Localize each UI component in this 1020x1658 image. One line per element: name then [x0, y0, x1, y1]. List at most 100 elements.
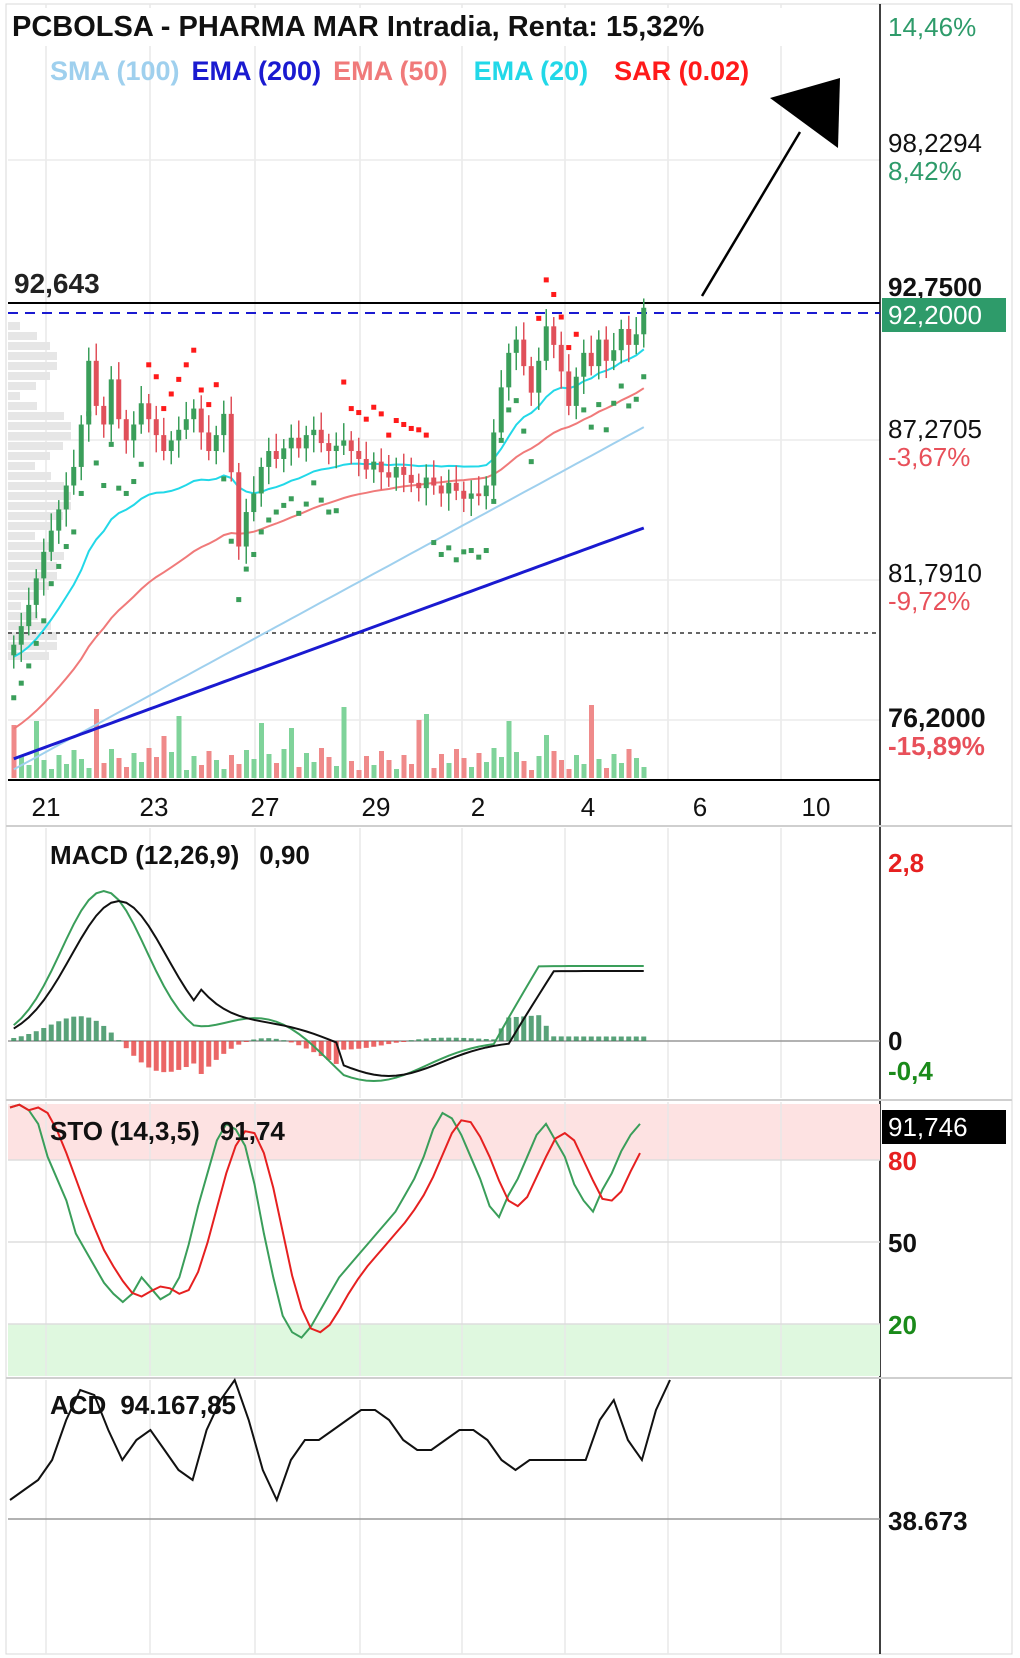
sar-dot-18 [146, 362, 152, 368]
candle-body-6 [56, 509, 62, 531]
candle-body-15 [123, 419, 129, 441]
sto-name: STO (14,3,5) [50, 1116, 200, 1146]
macd-hist-bar-50 [386, 1041, 392, 1045]
x-tick-4: 4 [581, 792, 595, 822]
macd-hist-bar-37 [288, 1041, 294, 1043]
candle-body-10 [86, 360, 92, 425]
volume-bar-18 [146, 748, 152, 778]
candle-body-49 [378, 461, 384, 473]
volume-bar-84 [641, 767, 647, 778]
sar-dot-1 [18, 680, 24, 686]
sar-dot-38 [296, 510, 302, 516]
current-price-label: 92,2000 [888, 300, 982, 330]
sar-dot-49 [378, 411, 384, 417]
macd-hist-bar-79 [603, 1036, 609, 1041]
volume-bar-41 [319, 748, 324, 778]
volume-profile-bar-19 [8, 512, 63, 520]
candle-body-81 [618, 328, 624, 351]
volume-profile-bar-11 [8, 432, 71, 440]
volume-bar-60 [461, 758, 467, 778]
candle-body-1 [18, 626, 24, 645]
sar-dot-6 [56, 563, 62, 569]
volume-bar-27 [214, 760, 219, 778]
volume-bar-2 [26, 765, 32, 778]
macd-hist-bar-22 [176, 1041, 182, 1070]
macd-hist-bar-12 [101, 1025, 107, 1041]
macd-hist-bar-34 [266, 1038, 272, 1041]
sto-current-label: 91,746 [888, 1112, 968, 1142]
sar-dot-27 [213, 382, 219, 388]
macd-hist-bar-36 [281, 1040, 287, 1042]
macd-hist-bar-32 [251, 1039, 257, 1041]
candle-body-74 [566, 371, 572, 406]
sar-dot-30 [236, 597, 242, 603]
candle-body-68 [521, 339, 527, 367]
sar-dot-73 [558, 314, 564, 320]
price-level-4: 76,2000 [888, 703, 986, 733]
volume-profile-bar-16 [8, 482, 64, 490]
macd-hist-bar-26 [206, 1041, 212, 1067]
candle-body-73 [558, 344, 564, 372]
candle-body-14 [116, 379, 122, 420]
candle-body-84 [641, 307, 647, 335]
sar-dot-48 [371, 404, 377, 410]
candle-body-0 [11, 644, 17, 656]
volume-bar-50 [386, 760, 392, 778]
volume-profile-bar-29 [8, 612, 38, 620]
x-tick-2: 2 [471, 792, 485, 822]
volume-bar-54 [416, 720, 422, 778]
sar-dot-47 [363, 416, 369, 422]
price-level-2-pct: -3,67% [888, 442, 970, 472]
macd-hist-bar-69 [528, 1015, 534, 1041]
sar-dot-52 [401, 421, 407, 427]
macd-axis-zero: 0 [888, 1026, 902, 1056]
macd-hist-bar-55 [423, 1038, 429, 1041]
candle-body-42 [326, 443, 332, 452]
volume-bar-64 [491, 748, 497, 778]
candle-body-50 [386, 472, 392, 478]
volume-bar-34 [266, 754, 272, 778]
candle-body-77 [588, 352, 594, 367]
volume-bar-63 [484, 762, 489, 778]
volume-bar-11 [94, 709, 99, 778]
candle-body-12 [101, 405, 107, 425]
sar-dot-35 [273, 509, 279, 515]
candle-body-71 [543, 326, 549, 361]
candle-body-60 [461, 490, 467, 499]
candle-body-33 [258, 466, 264, 494]
sar-dot-16 [131, 479, 137, 485]
candle-body-17 [138, 403, 144, 425]
volume-bar-9 [79, 759, 84, 778]
macd-hist-bar-56 [431, 1038, 437, 1041]
sar-dot-42 [326, 509, 332, 515]
candle-body-65 [498, 387, 504, 433]
sar-dot-51 [393, 418, 399, 424]
candle-body-16 [131, 424, 137, 441]
candle-body-8 [71, 466, 77, 486]
candle-body-83 [633, 334, 639, 345]
sto-level-50: 50 [888, 1228, 917, 1258]
candle-body-45 [348, 440, 354, 452]
macd-hist-bar-60 [461, 1037, 467, 1041]
volume-bar-37 [289, 728, 294, 778]
sar-dot-72 [551, 291, 557, 297]
candle-body-61 [468, 493, 474, 499]
acd-level-label: 38.673 [888, 1506, 968, 1536]
volume-profile-bar-22 [8, 542, 51, 550]
sar-dot-14 [116, 485, 122, 491]
macd-hist-bar-81 [618, 1036, 624, 1041]
sar-dot-67 [513, 398, 519, 404]
sar-dot-59 [453, 557, 459, 563]
volume-bar-46 [356, 770, 362, 778]
volume-bar-58 [446, 763, 452, 778]
macd-hist-bar-33 [258, 1038, 264, 1041]
volume-bar-26 [206, 751, 212, 778]
top-pct-label: 14,46% [888, 12, 976, 42]
volume-bar-75 [574, 755, 579, 778]
sar-dot-53 [408, 425, 414, 431]
candle-body-29 [228, 413, 234, 473]
candle-body-28 [221, 413, 227, 436]
sar-dot-70 [536, 315, 542, 321]
volume-profile-bar-0 [8, 322, 20, 330]
legend-ema20: EMA (20) [474, 56, 589, 86]
